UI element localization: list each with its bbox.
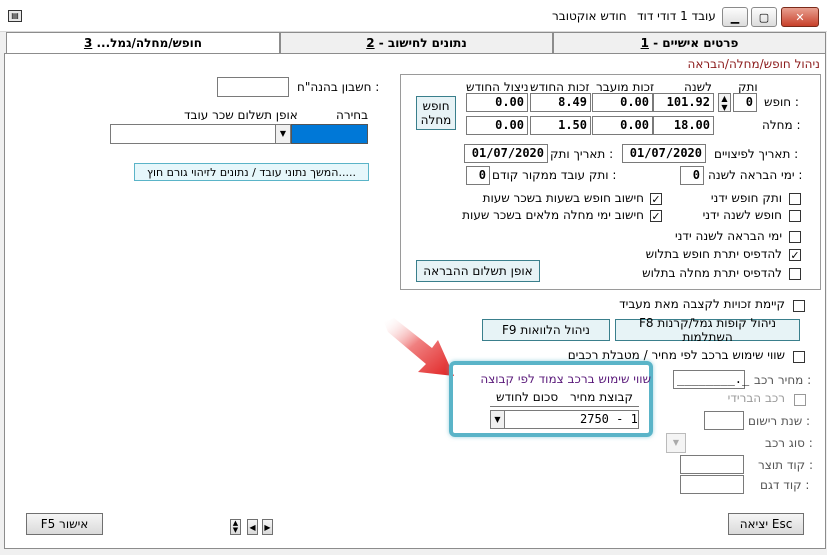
car-group-title: שווי שימוש ברכב צמוד לפי קבוצה (480, 372, 651, 386)
print-sick-balance-label: להדפיס יתרת מחלה בתלוש (642, 266, 782, 280)
car-value-checkbox[interactable] (793, 351, 805, 363)
col-header-monthly-right: זכות החודש (530, 80, 590, 94)
hybrid-checkbox[interactable] (794, 394, 806, 406)
window-title: עובד 1 דודי דוד (637, 9, 716, 23)
sick-yearly-field[interactable]: 18.00 (653, 116, 714, 135)
pension-rights-label: קיימת זכויות לקצבה מאת מעביד (619, 297, 785, 311)
app-icon: ▤ (8, 10, 22, 22)
car-price-field[interactable]: ________._ (673, 370, 749, 389)
print-vacation-balance-checkbox[interactable]: ✓ (789, 249, 801, 261)
col-header-vatek: ותק (738, 80, 758, 94)
continue-link[interactable]: המשך נתוני עובד / נתונים לזיהוי גורם חוץ… (134, 163, 369, 181)
f9-loans-button[interactable]: F9 ניהול הלוואות (482, 319, 610, 341)
vacation-used-field[interactable]: 0.00 (466, 93, 528, 112)
car-price-label: מחיר רכב : (754, 373, 812, 387)
section-title: ניהול חופש/מחלה/הבראה (687, 57, 821, 71)
vacation-row-label: חופש : (764, 95, 799, 109)
pension-rights-checkbox[interactable] (793, 300, 805, 312)
reg-year-field[interactable] (704, 411, 744, 430)
manufacturer-label: קוד תוצר : (758, 458, 814, 472)
recovery-days-field[interactable]: 0 (680, 166, 704, 185)
reg-year-label: שנת רישום : (748, 414, 811, 428)
bank-account-field[interactable] (217, 77, 289, 97)
manual-recovery-days-label: ימי הבראה לשנה ידני (674, 229, 782, 243)
vatek-spinner[interactable]: ▲ ▼ (718, 93, 731, 112)
recovery-days-label: ימי הבראה לשנה : (708, 168, 803, 182)
approve-button[interactable]: F5 אישור (26, 513, 103, 535)
vacation-vatek-field[interactable]: 0 (733, 93, 757, 112)
sick-used-field[interactable]: 0.00 (466, 116, 528, 135)
chevron-down-icon[interactable]: ▼ (491, 411, 505, 428)
col-header-used: ניצול החודש (466, 80, 529, 94)
prev-seniority-label: ותק עובד ממקור קודם : (492, 168, 617, 182)
model-field[interactable] (680, 475, 744, 494)
severance-date-field[interactable]: 01/07/2020 (622, 144, 706, 163)
bank-account-label: חשבון בהנה"ח : (297, 80, 380, 94)
hourly-vacation-checkbox[interactable]: ✓ (650, 193, 662, 205)
hourly-vacation-label: חישוב חופש בשעות בשכר שעות (482, 191, 644, 205)
car-type-label: סוג רכב : (765, 436, 813, 450)
manual-yearly-vacation-label: חופש לשנה ידני (702, 208, 782, 222)
close-button[interactable]: ✕ (781, 7, 819, 27)
model-label: קוד דגם : (760, 478, 810, 492)
hourly-sick-label: חישוב ימי מחלה מלאים בשכר שעות (462, 208, 644, 222)
manufacturer-field[interactable] (680, 455, 744, 474)
recovery-payment-button[interactable]: אופן תשלום ההבראה (416, 260, 540, 282)
car-type-select[interactable]: ▼ (666, 433, 686, 453)
col-header-yearly: לשנה (684, 80, 712, 94)
choice-select[interactable] (291, 124, 368, 144)
seniority-date-field[interactable]: 01/07/2020 (464, 144, 548, 163)
print-vacation-balance-label: להדפיס יתרת חופש בתלוש (645, 247, 782, 261)
tab-personal[interactable]: פרטים אישיים - 1 (553, 32, 826, 53)
choice-label: בחירה (336, 108, 369, 122)
manual-vacation-seniority-checkbox[interactable] (789, 193, 801, 205)
payment-method-label: אופן תשלום שכר עובד (184, 108, 298, 122)
monthly-amount-label: סכום לחודש (496, 390, 559, 404)
hybrid-label: רכב הברידי (727, 391, 785, 405)
payment-method-select[interactable] (110, 124, 291, 144)
chevron-down-icon[interactable]: ▼ (275, 125, 290, 143)
nav-prev-button[interactable]: ◀ (247, 519, 258, 535)
severance-date-label: תאריך לפיצויים : (714, 147, 799, 161)
vacation-carried-field[interactable]: 0.00 (592, 93, 653, 112)
f8-pension-funds-button[interactable]: F8 ניהול קופות גמל/קרנות השתלמות (615, 316, 800, 344)
sick-carried-field[interactable]: 0.00 (592, 116, 653, 135)
hourly-sick-checkbox[interactable]: ✓ (650, 210, 662, 222)
sick-monthly-right-field[interactable]: 1.50 (530, 116, 591, 135)
exit-button[interactable]: יציאה Esc (728, 513, 804, 535)
manual-recovery-days-checkbox[interactable] (789, 231, 801, 243)
vacation-monthly-right-field[interactable]: 8.49 (530, 93, 591, 112)
manual-yearly-vacation-checkbox[interactable] (789, 210, 801, 222)
col-header-carried: זכות מועבר (596, 80, 655, 94)
price-group-value: 2750 - 1 (580, 412, 638, 426)
maximize-button[interactable]: ▢ (751, 7, 777, 27)
prev-seniority-field[interactable]: 0 (466, 166, 490, 185)
nav-updown-button[interactable]: ▲ ▼ (230, 519, 241, 535)
sick-row-label: מחלה : (762, 118, 801, 132)
vacation-yearly-field[interactable]: 101.92 (653, 93, 714, 112)
seniority-date-label: תאריך ותק : (550, 147, 614, 161)
price-group-label: קבוצת מחיר (570, 390, 633, 404)
red-arrow-annotation (384, 318, 454, 376)
tab-vacation-sick[interactable]: חופש/מחלה/גמל... 3 (6, 32, 280, 54)
tab-calc-data[interactable]: נתונים לחישוב - 2 (280, 32, 553, 53)
vacation-sick-button[interactable]: חופש מחלה (416, 96, 456, 130)
window-month: חודש אוקטובר (552, 9, 627, 23)
car-value-label: שווי שימוש ברכב לפי מחיר / מטבלת רכבים (567, 348, 785, 362)
print-sick-balance-checkbox[interactable] (789, 268, 801, 280)
nav-next-button[interactable]: ▶ (262, 519, 273, 535)
manual-vacation-seniority-label: ותק חופש ידני (710, 191, 782, 205)
price-group-underline (490, 406, 639, 407)
minimize-button[interactable]: ▁ (722, 7, 748, 27)
